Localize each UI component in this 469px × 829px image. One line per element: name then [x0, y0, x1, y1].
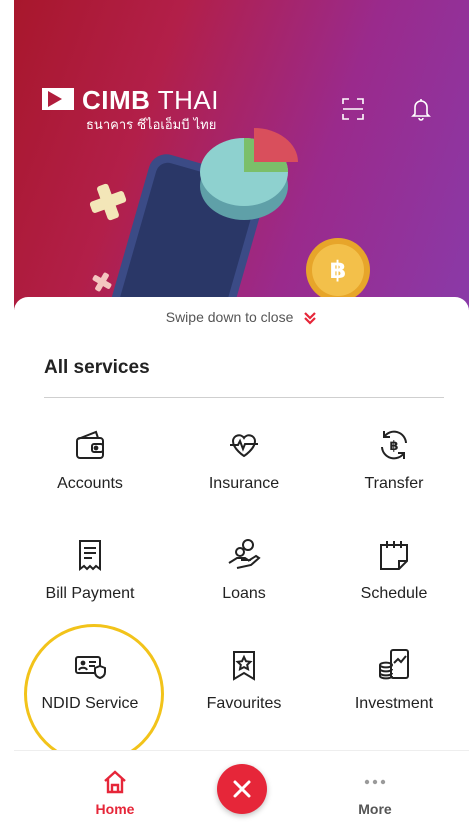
- section-title: All services: [44, 357, 150, 378]
- svg-text:฿: ฿: [389, 439, 398, 454]
- services-sheet: Swipe down to close All services Account…: [14, 297, 469, 750]
- scan-icon[interactable]: [340, 96, 366, 122]
- chevron-down-icon: [304, 312, 317, 325]
- more-dots-icon: [362, 769, 388, 795]
- divider: [44, 397, 444, 398]
- service-bill-payment[interactable]: Bill Payment: [20, 535, 160, 603]
- promo-illustration: ฿: [89, 128, 370, 310]
- coin-chart-icon: [374, 645, 414, 685]
- service-transfer[interactable]: ฿ Transfer: [324, 425, 464, 493]
- service-favourites[interactable]: Favourites: [174, 645, 314, 713]
- service-accounts[interactable]: Accounts: [20, 425, 160, 493]
- service-schedule[interactable]: Schedule: [324, 535, 464, 603]
- svg-text:฿: ฿: [330, 256, 347, 284]
- receipt-icon: [70, 535, 110, 575]
- swipe-hint[interactable]: Swipe down to close: [14, 309, 469, 325]
- hero-banner: CIMB THAI ธนาคาร ซีไอเอ็มบี ไทย ฿: [14, 0, 469, 310]
- baht-refresh-icon: ฿: [374, 425, 414, 465]
- brand-name: CIMB THAI: [82, 85, 219, 115]
- service-ndid[interactable]: NDID Service: [20, 645, 160, 713]
- home-icon: [102, 769, 128, 795]
- logo-mark-icon: [42, 88, 74, 110]
- bottom-nav: Home More: [14, 750, 469, 829]
- hand-coin-icon: [224, 535, 264, 575]
- service-investment[interactable]: Investment: [324, 645, 464, 713]
- close-button[interactable]: [217, 764, 267, 814]
- heart-pulse-icon: [224, 425, 264, 465]
- nav-more[interactable]: More: [330, 769, 420, 817]
- calendar-icon: [374, 535, 414, 575]
- service-loans[interactable]: Loans: [174, 535, 314, 603]
- nav-home[interactable]: Home: [70, 769, 160, 817]
- app-frame: CIMB THAI ธนาคาร ซีไอเอ็มบี ไทย ฿ Swipe …: [14, 0, 469, 829]
- close-icon: [233, 780, 251, 798]
- bell-icon[interactable]: [408, 96, 434, 122]
- wallet-icon: [70, 425, 110, 465]
- bookmark-star-icon: [224, 645, 264, 685]
- id-card-shield-icon: [70, 645, 110, 685]
- service-insurance[interactable]: Insurance: [174, 425, 314, 493]
